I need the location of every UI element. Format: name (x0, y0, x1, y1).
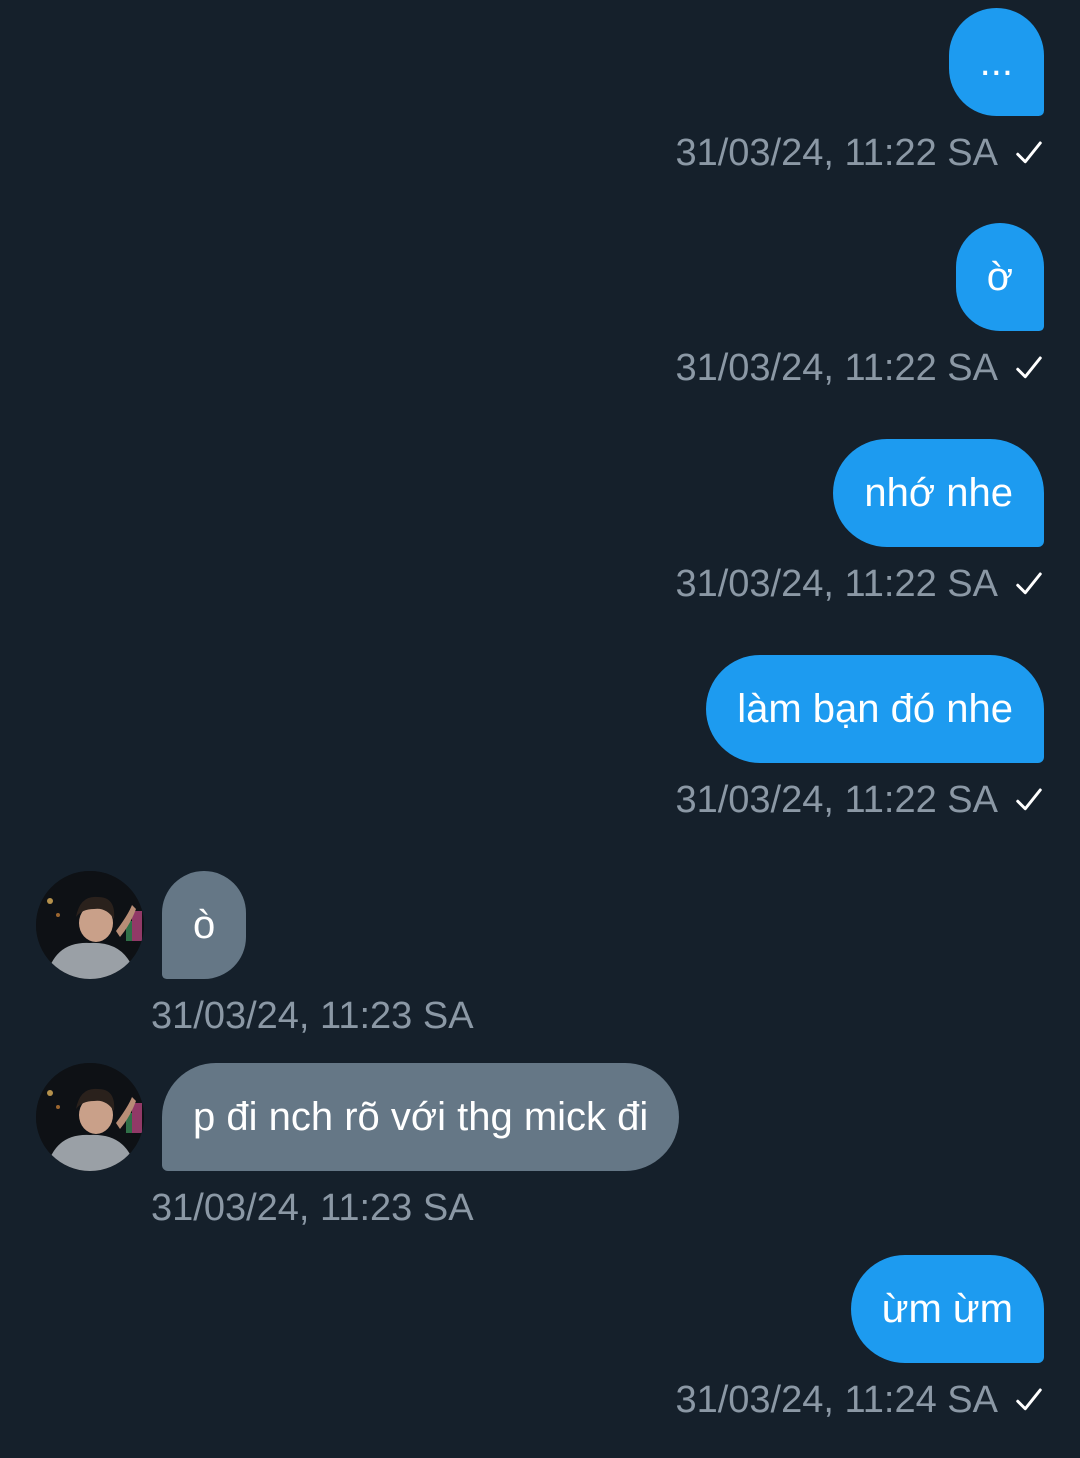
message-meta: 31/03/24, 11:22 SA (675, 349, 1044, 387)
message-text: nhớ nhe (864, 471, 1013, 515)
message-timestamp: 31/03/24, 11:23 SA (151, 1187, 474, 1229)
message-timestamp: 31/03/24, 11:22 SA (675, 132, 998, 174)
message-text: ò (193, 903, 216, 947)
user-avatar[interactable] (36, 871, 144, 979)
message-meta: 31/03/24, 11:23 SA (151, 1189, 474, 1227)
message-meta: 31/03/24, 11:22 SA (675, 565, 1044, 603)
message-text: p đi nch rõ với thg mick đi (193, 1095, 649, 1139)
message-bubble-outgoing[interactable]: ... (948, 8, 1044, 116)
message-bubble-outgoing[interactable]: ờ (955, 223, 1044, 331)
message-bubble-incoming[interactable]: p đi nch rõ với thg mick đi (162, 1063, 680, 1171)
sent-check-icon (1016, 572, 1042, 595)
conversation-thread[interactable]: ... 31/03/24, 11:22 SA ờ 31/03/24, 11:22… (0, 0, 1080, 1458)
message-timestamp: 31/03/24, 11:24 SA (675, 1379, 998, 1421)
message-timestamp: 31/03/24, 11:23 SA (151, 995, 474, 1037)
sent-check-icon (1016, 356, 1042, 379)
message-meta: 31/03/24, 11:23 SA (151, 997, 474, 1035)
sent-check-icon (1016, 1388, 1042, 1411)
message-text: ... (979, 40, 1013, 84)
message-bubble-outgoing[interactable]: ừm ừm (850, 1255, 1044, 1363)
user-avatar[interactable] (36, 1063, 144, 1171)
sent-check-icon (1016, 788, 1042, 811)
avatar-photo (36, 871, 144, 979)
message-text: làm bạn đó nhe (737, 687, 1013, 731)
message-bubble-outgoing[interactable]: nhớ nhe (833, 439, 1044, 547)
message-meta: 31/03/24, 11:22 SA (675, 781, 1044, 819)
message-bubble-incoming[interactable]: ò (162, 871, 247, 979)
message-bubble-outgoing[interactable]: làm bạn đó nhe (706, 655, 1044, 763)
message-text: ờ (986, 255, 1013, 299)
message-timestamp: 31/03/24, 11:22 SA (675, 563, 998, 605)
sent-check-icon (1016, 141, 1042, 164)
message-meta: 31/03/24, 11:22 SA (675, 134, 1044, 172)
message-timestamp: 31/03/24, 11:22 SA (675, 347, 998, 389)
message-text: ừm ừm (881, 1287, 1013, 1331)
avatar-photo (36, 1063, 144, 1171)
message-timestamp: 31/03/24, 11:22 SA (675, 779, 998, 821)
message-meta: 31/03/24, 11:24 SA (675, 1381, 1044, 1419)
